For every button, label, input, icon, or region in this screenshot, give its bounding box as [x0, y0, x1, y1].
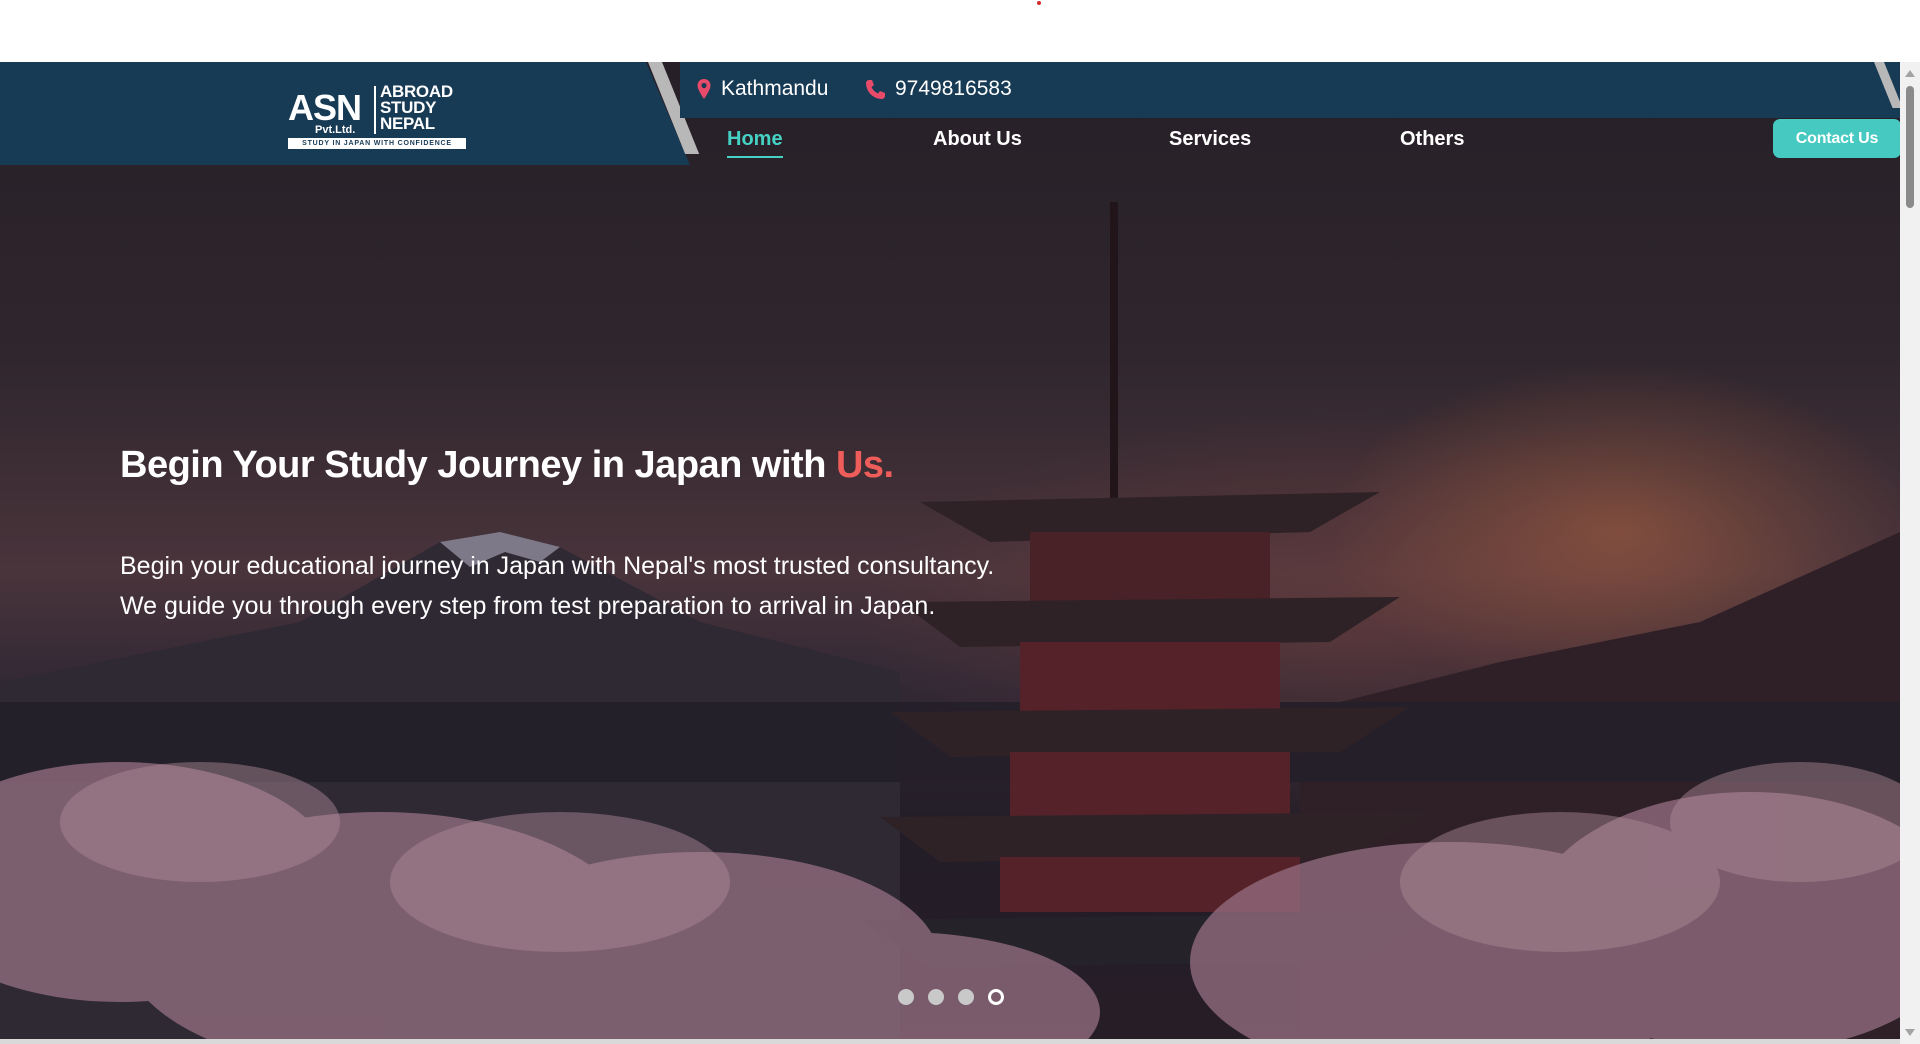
logo-main-text: ASN: [288, 87, 362, 128]
phone-icon: [864, 78, 886, 100]
phone-link[interactable]: 9749816583: [864, 76, 1012, 102]
nav-services[interactable]: Services: [1169, 126, 1251, 152]
logo-tagline: STUDY IN JAPAN WITH CONFIDENCE: [288, 138, 466, 149]
carousel-indicators: [898, 989, 1004, 1005]
hero-title: Begin Your Study Journey in Japan with U…: [120, 440, 894, 490]
nav-about-us[interactable]: About Us: [933, 126, 1022, 152]
scroll-up-arrow-icon[interactable]: [1905, 70, 1915, 77]
logo-line-group: ABROAD STUDY NEPAL: [380, 83, 453, 133]
loading-indicator: [1037, 1, 1041, 5]
contact-us-button[interactable]: Contact Us: [1773, 119, 1901, 158]
browser-top-strip: [0, 0, 1920, 62]
carousel-dot-4-active[interactable]: [988, 989, 1004, 1005]
page-bottom-edge: [0, 1039, 1900, 1044]
nav-others-label: Others: [1400, 128, 1465, 150]
carousel-dot-1[interactable]: [898, 989, 914, 1005]
page-viewport: ASN Pvt.Ltd. ABROAD STUDY NEPAL STUDY IN…: [0, 62, 1920, 1044]
vertical-scrollbar[interactable]: [1900, 62, 1920, 1044]
nav-active-underline: [727, 156, 783, 158]
hero-title-accent: Us.: [835, 444, 894, 486]
phone-number: 9749816583: [895, 77, 1012, 100]
nav-home[interactable]: Home: [727, 126, 783, 158]
nav-others[interactable]: Others: [1400, 126, 1464, 152]
location-info: Kathmandu: [696, 76, 828, 102]
contact-topbar: [680, 62, 1900, 118]
scroll-thumb[interactable]: [1906, 86, 1914, 208]
logo-line-nepal: NEPAL: [380, 114, 435, 133]
scroll-down-arrow-icon[interactable]: [1905, 1029, 1915, 1036]
map-pin-icon: [696, 78, 712, 100]
nav-services-label: Services: [1169, 128, 1252, 150]
hero-description: Begin your educational journey in Japan …: [120, 552, 995, 620]
location-text: Kathmandu: [721, 77, 829, 100]
nav-home-label: Home: [727, 128, 783, 150]
logo-divider: [374, 86, 376, 134]
logo-sub-text: Pvt.Ltd.: [315, 124, 356, 136]
carousel-dot-2[interactable]: [928, 989, 944, 1005]
site-logo[interactable]: ASN Pvt.Ltd. ABROAD STUDY NEPAL STUDY IN…: [288, 82, 466, 150]
carousel-dot-3[interactable]: [958, 989, 974, 1005]
nav-about-label: About Us: [933, 128, 1022, 150]
hero-title-text: Begin Your Study Journey in Japan with: [120, 444, 826, 486]
